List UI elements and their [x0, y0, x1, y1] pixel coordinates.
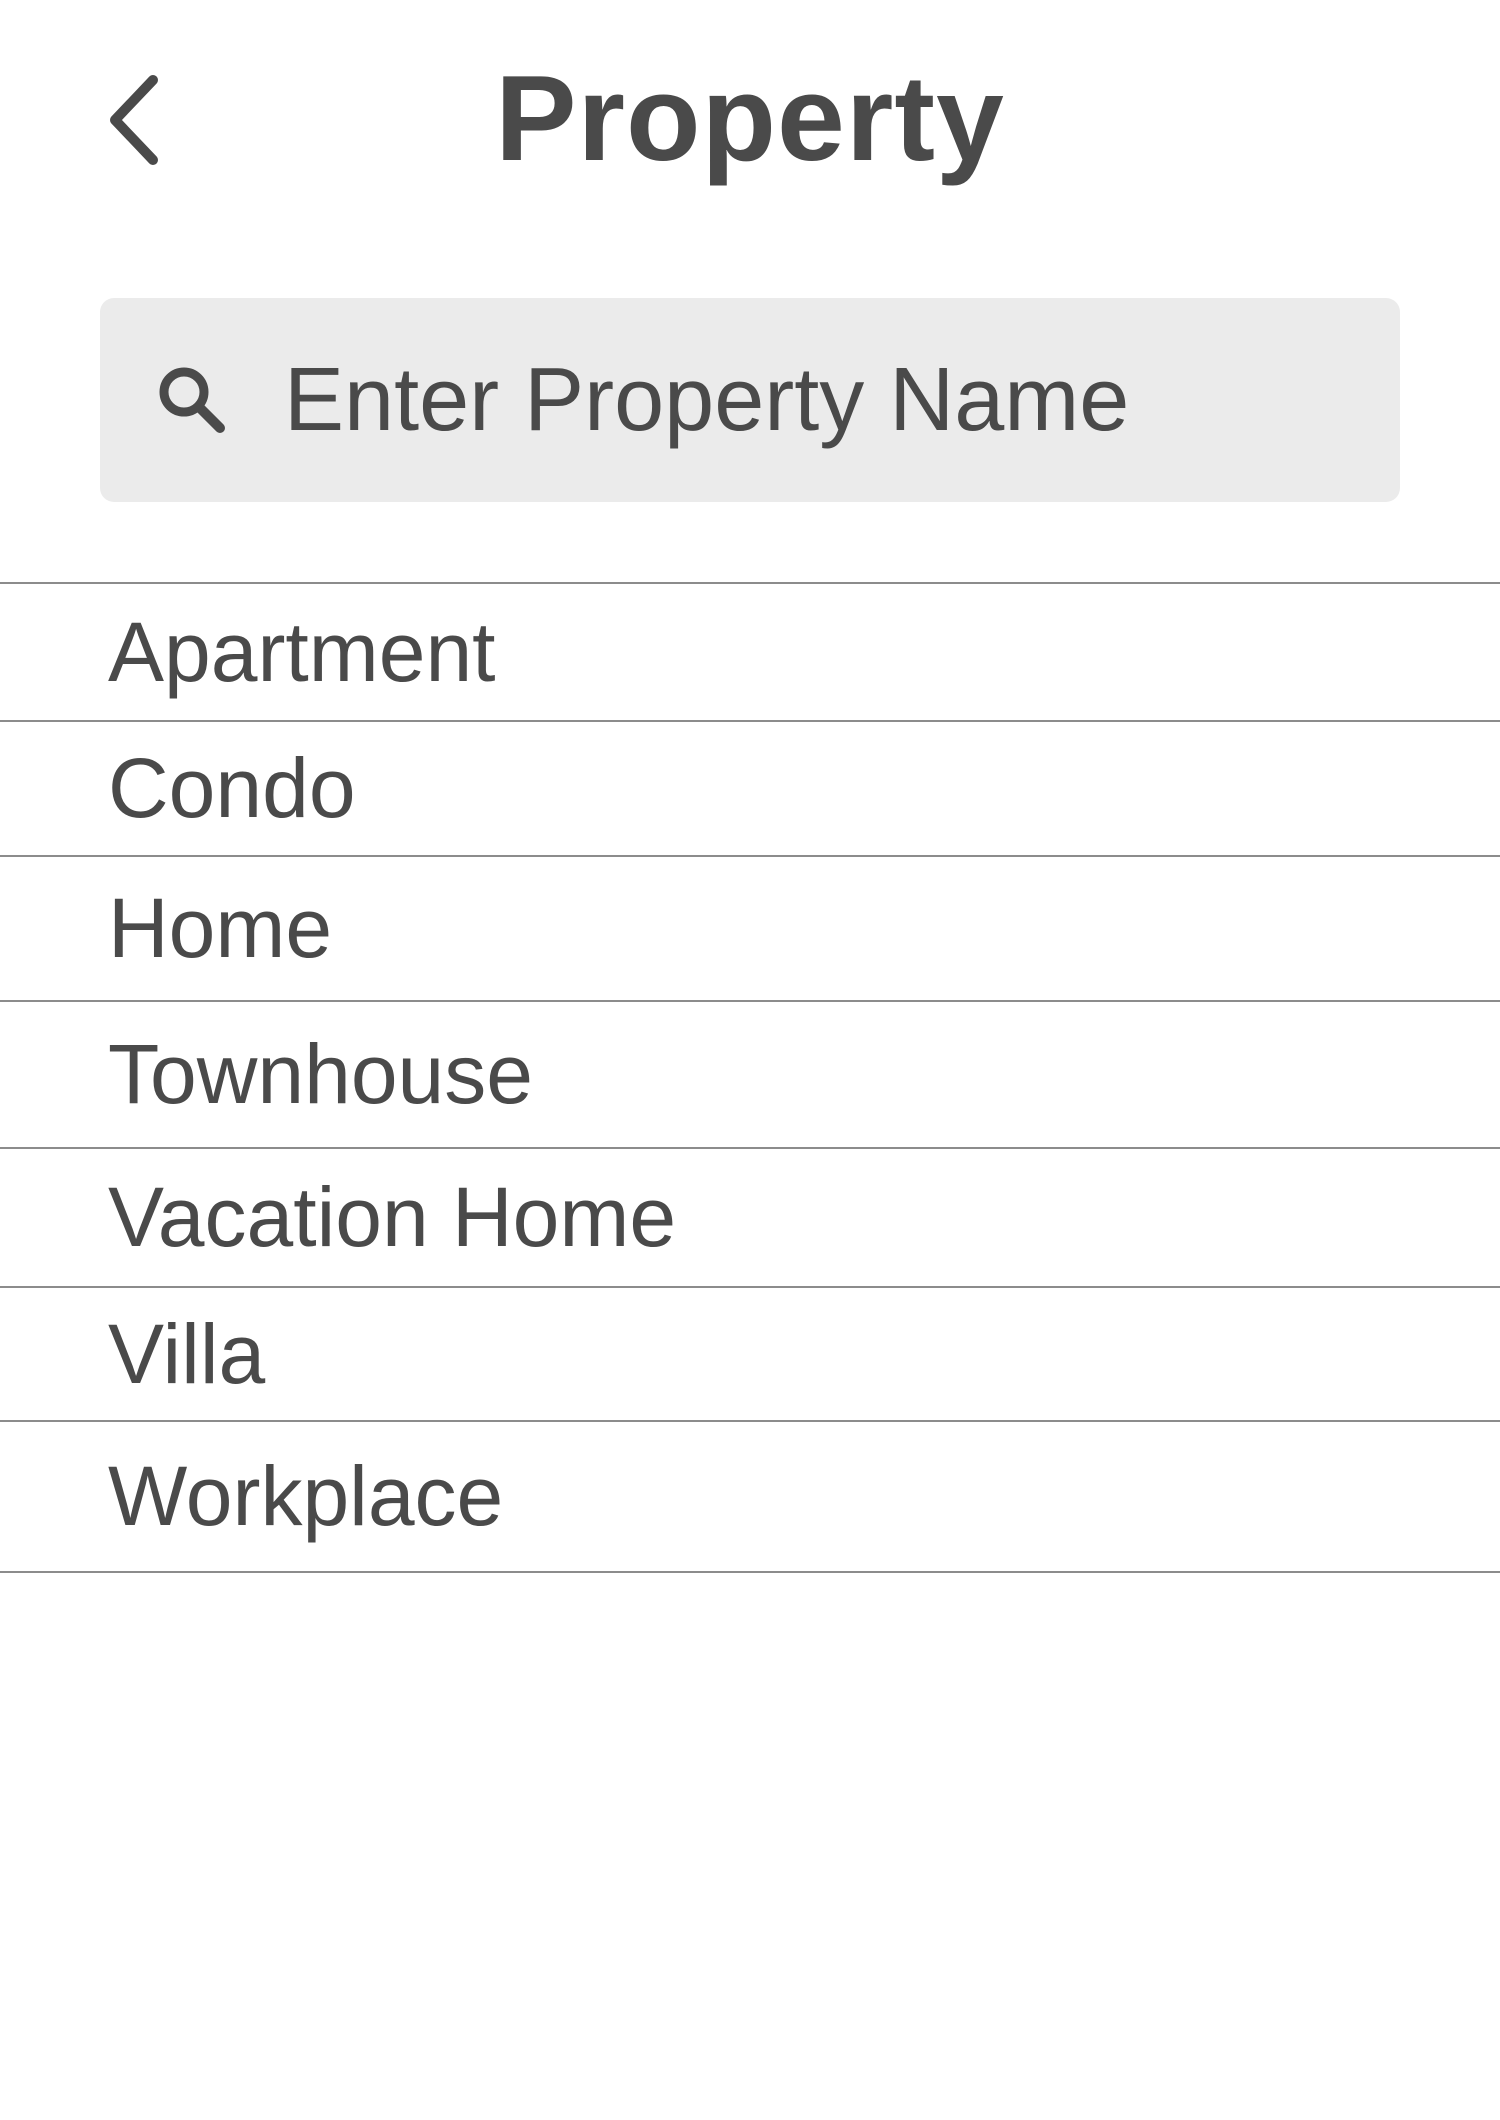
list-item-label: Workplace: [108, 1449, 504, 1543]
list-item-vacation-home[interactable]: Vacation Home: [0, 1149, 1500, 1288]
list-item-townhouse[interactable]: Townhouse: [0, 1002, 1500, 1149]
header-bar: Property: [0, 0, 1500, 240]
property-type-list: Apartment Condo Home Townhouse Vacation …: [0, 582, 1500, 1573]
list-item-label: Vacation Home: [108, 1170, 677, 1264]
search-icon: [159, 367, 225, 433]
list-item-home[interactable]: Home: [0, 857, 1500, 1002]
list-item-label: Townhouse: [108, 1027, 533, 1121]
list-item-condo[interactable]: Condo: [0, 722, 1500, 857]
list-item-label: Condo: [108, 741, 356, 835]
list-item-label: Apartment: [108, 604, 496, 699]
page-title: Property: [495, 50, 1005, 186]
search-bar[interactable]: [100, 298, 1400, 502]
search-input[interactable]: [284, 328, 1364, 472]
list-item-villa[interactable]: Villa: [0, 1288, 1500, 1422]
list-item-workplace[interactable]: Workplace: [0, 1422, 1500, 1573]
list-item-apartment[interactable]: Apartment: [0, 584, 1500, 722]
list-item-label: Home: [108, 881, 333, 975]
list-item-label: Villa: [108, 1306, 266, 1401]
